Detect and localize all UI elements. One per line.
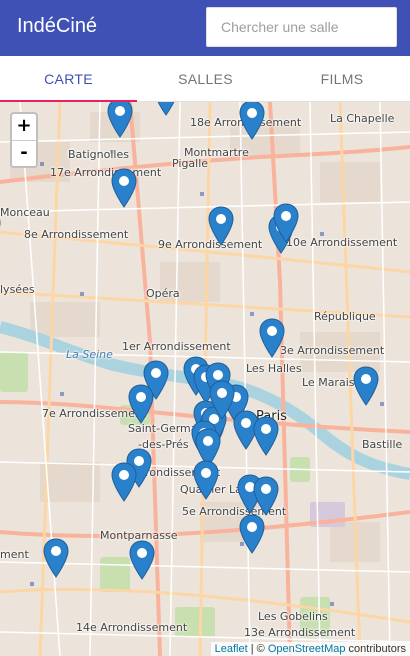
map[interactable]: 18e Arrondissement La Chapelle Batignoll…: [0, 102, 410, 656]
zoom-control: + -: [10, 112, 38, 168]
tab-bar: CARTE SALLES FILMS: [0, 56, 410, 102]
map-marker-icon[interactable]: [111, 168, 137, 208]
map-label: 10e Arrondissement: [286, 236, 398, 249]
osm-link[interactable]: OpenStreetMap: [268, 643, 346, 655]
app-title: IndéCiné: [17, 15, 98, 37]
attribution-suffix: contributors: [345, 643, 406, 655]
leaflet-link[interactable]: Leaflet: [215, 643, 248, 655]
map-marker-icon[interactable]: [107, 102, 133, 138]
map-label: lysées: [0, 283, 35, 296]
tab-films[interactable]: FILMS: [274, 56, 410, 102]
map-label: Le Marais: [302, 376, 355, 389]
attribution-sep: | ©: [247, 643, 268, 655]
map-marker-icon[interactable]: [239, 102, 265, 140]
map-label: Monceau: [0, 206, 50, 219]
tab-map[interactable]: CARTE: [0, 56, 137, 102]
map-marker-icon[interactable]: [128, 384, 154, 424]
map-label: 13e Arrondissement: [244, 626, 356, 639]
map-marker-icon[interactable]: [273, 203, 299, 243]
map-marker-icon[interactable]: [43, 538, 69, 578]
map-marker-icon[interactable]: [353, 366, 379, 406]
map-marker-icon[interactable]: [253, 416, 279, 456]
map-attribution: Leaflet | © OpenStreetMap contributors: [210, 642, 410, 656]
map-label: Les Halles: [246, 362, 302, 375]
zoom-out-button[interactable]: -: [12, 140, 36, 166]
search-input[interactable]: [206, 7, 397, 47]
map-marker-icon[interactable]: [259, 318, 285, 358]
map-label: Les Gobelins: [258, 610, 328, 623]
map-marker-icon[interactable]: [239, 514, 265, 554]
app-bar: IndéCiné: [0, 0, 410, 56]
map-marker-icon[interactable]: [193, 460, 219, 500]
map-label: 1er Arrondissement: [122, 340, 231, 353]
map-marker-icon[interactable]: [253, 476, 279, 516]
map-label: 17e Arrondissement: [50, 166, 162, 179]
map-label: République: [314, 310, 376, 323]
map-label: Pigalle: [172, 157, 209, 170]
map-marker-icon[interactable]: [208, 206, 234, 246]
map-label: Opéra: [146, 287, 180, 300]
map-marker-icon[interactable]: [0, 210, 1, 250]
map-label: ment: [0, 548, 29, 561]
map-label: Batignolles: [68, 148, 129, 161]
map-label: 14e Arrondissement: [76, 621, 188, 634]
map-marker-icon[interactable]: [129, 540, 155, 580]
map-label: 3e Arrondissement: [280, 344, 385, 357]
map-label-river: La Seine: [66, 348, 113, 361]
tab-cinemas[interactable]: SALLES: [137, 56, 274, 102]
map-label: Bastille: [362, 438, 403, 451]
map-marker-icon[interactable]: [111, 462, 137, 502]
map-marker-icon[interactable]: [153, 102, 179, 116]
map-label: 8e Arrondissement: [24, 228, 129, 241]
map-label: La Chapelle: [330, 112, 395, 125]
zoom-in-button[interactable]: +: [12, 114, 36, 140]
map-marker-icon[interactable]: [209, 380, 235, 420]
